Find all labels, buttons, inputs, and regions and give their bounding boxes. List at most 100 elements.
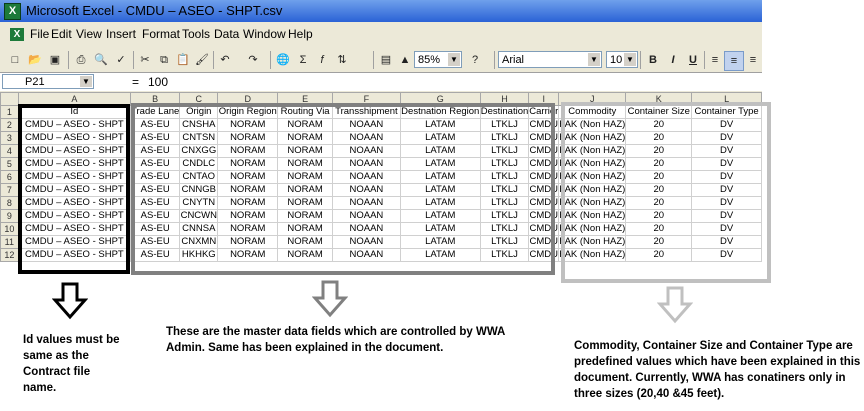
cell[interactable]: LATAM — [399, 118, 481, 132]
cell[interactable]: CMDU – ASEO - SHPT — [17, 157, 132, 171]
cell[interactable]: AS-EU — [130, 196, 181, 210]
cell[interactable]: DV — [691, 248, 762, 262]
cell[interactable]: NORAM — [217, 131, 279, 145]
column-header-d[interactable]: D — [217, 92, 279, 106]
header-cell[interactable]: Id — [17, 105, 132, 119]
row-header[interactable]: 7 — [0, 183, 19, 197]
align-center-icon[interactable]: ≡ — [724, 51, 744, 71]
cell[interactable]: CNXGG — [179, 144, 219, 158]
cell[interactable]: NORAM — [217, 118, 279, 132]
cell[interactable]: 20 — [625, 131, 693, 145]
menu-edit[interactable]: Edit — [51, 27, 72, 41]
column-header-i[interactable]: I — [528, 92, 560, 106]
cell[interactable]: 20 — [625, 170, 693, 184]
cell[interactable]: CNNGB — [179, 183, 219, 197]
header-cell[interactable]: Transshipment — [332, 105, 401, 119]
cell[interactable]: NORAM — [277, 170, 333, 184]
cell[interactable]: NOAAN — [332, 144, 401, 158]
column-header-c[interactable]: C — [179, 92, 219, 106]
cell[interactable]: LTKLJ — [479, 183, 530, 197]
header-cell[interactable]: Routing Via — [277, 105, 333, 119]
function-icon[interactable]: f — [313, 51, 331, 69]
cell[interactable]: NORAM — [277, 248, 333, 262]
cell[interactable]: LTKLJ — [479, 144, 530, 158]
cell[interactable]: CMDU – ASEO - SHPT — [17, 144, 132, 158]
cell[interactable]: 20 — [625, 222, 693, 236]
cell[interactable]: NORAM — [217, 248, 279, 262]
cell[interactable]: AS-EU — [130, 144, 181, 158]
cell[interactable]: 20 — [625, 183, 693, 197]
header-cell[interactable]: Container Size — [625, 105, 693, 119]
menu-help[interactable]: Help — [288, 27, 313, 41]
cell[interactable]: AS-EU — [130, 222, 181, 236]
cell[interactable]: LATAM — [399, 196, 481, 210]
cell[interactable]: AS-EU — [130, 118, 181, 132]
cell[interactable]: LATAM — [399, 248, 481, 262]
cell[interactable]: NORAM — [217, 157, 279, 171]
cell[interactable]: CMDU — [528, 157, 560, 171]
column-header-e[interactable]: E — [277, 92, 333, 106]
cell[interactable]: 20 — [625, 157, 693, 171]
zoom-select[interactable]: 85% ▼ — [414, 51, 462, 68]
cell[interactable]: CNXMN — [179, 235, 219, 249]
cell[interactable]: LATAM — [399, 183, 481, 197]
cell[interactable]: CMDU — [528, 118, 560, 132]
cell[interactable]: LATAM — [399, 209, 481, 223]
cell[interactable]: AS-EU — [130, 248, 181, 262]
cell[interactable]: FAK (Non HAZ) — [558, 209, 627, 223]
cell[interactable]: NORAM — [277, 235, 333, 249]
cell[interactable]: DV — [691, 209, 762, 223]
row-header[interactable]: 9 — [0, 209, 19, 223]
cell[interactable]: NORAM — [277, 118, 333, 132]
paste-icon[interactable]: 📋 — [174, 51, 192, 69]
header-cell[interactable]: Origin — [179, 105, 219, 119]
cell[interactable]: LATAM — [399, 235, 481, 249]
cell[interactable]: CMDU – ASEO - SHPT — [17, 222, 132, 236]
column-header-h[interactable]: H — [479, 92, 530, 106]
cell[interactable]: CMDU – ASEO - SHPT — [17, 170, 132, 184]
cell[interactable]: NOAAN — [332, 222, 401, 236]
header-cell[interactable]: Carrier — [528, 105, 560, 119]
cell[interactable]: CMDU – ASEO - SHPT — [17, 131, 132, 145]
workbook-icon[interactable]: X — [10, 28, 24, 41]
cell[interactable]: CNNSA — [179, 222, 219, 236]
cell[interactable]: LTKLJ — [479, 235, 530, 249]
cell[interactable]: LTKLJ — [479, 248, 530, 262]
cell[interactable]: CMDU – ASEO - SHPT — [17, 196, 132, 210]
cell[interactable]: CNTAO — [179, 170, 219, 184]
cell[interactable]: CMDU — [528, 170, 560, 184]
menu-tools[interactable]: Tools — [182, 27, 210, 41]
menu-file[interactable]: File — [30, 27, 49, 41]
menu-window[interactable]: Window — [243, 27, 286, 41]
print-preview-icon[interactable]: 🔍 — [92, 51, 110, 69]
cell[interactable]: NORAM — [277, 157, 333, 171]
cell[interactable]: CMDU – ASEO - SHPT — [17, 235, 132, 249]
cell[interactable]: CNSHA — [179, 118, 219, 132]
cell[interactable]: NOAAN — [332, 131, 401, 145]
cell[interactable]: FAK (Non HAZ) — [558, 235, 627, 249]
cell[interactable]: LTKLJ — [479, 222, 530, 236]
cell[interactable]: NORAM — [217, 235, 279, 249]
cell[interactable]: DV — [691, 235, 762, 249]
cell[interactable]: 20 — [625, 209, 693, 223]
cell[interactable]: LTKLJ — [479, 118, 530, 132]
cell[interactable]: DV — [691, 183, 762, 197]
cell[interactable]: NORAM — [217, 222, 279, 236]
cell[interactable]: CNYTN — [179, 196, 219, 210]
row-header[interactable]: 5 — [0, 157, 19, 171]
cell[interactable]: LTKLJ — [479, 170, 530, 184]
cell[interactable]: NORAM — [277, 209, 333, 223]
cell[interactable]: CMDU — [528, 248, 560, 262]
cell[interactable]: NORAM — [217, 209, 279, 223]
name-box[interactable]: P21 ▼ — [2, 74, 94, 89]
cell[interactable]: 20 — [625, 196, 693, 210]
cell[interactable]: CMDU — [528, 183, 560, 197]
menu-insert[interactable]: Insert — [106, 27, 136, 41]
header-cell[interactable]: Commodity — [558, 105, 627, 119]
cell[interactable]: FAK (Non HAZ) — [558, 131, 627, 145]
copy-icon[interactable]: ⧉ — [155, 51, 173, 69]
cell[interactable]: NORAM — [277, 196, 333, 210]
redo-icon[interactable]: ↷ — [244, 51, 262, 69]
column-header-j[interactable]: J — [558, 92, 627, 106]
cell[interactable]: CNDLC — [179, 157, 219, 171]
